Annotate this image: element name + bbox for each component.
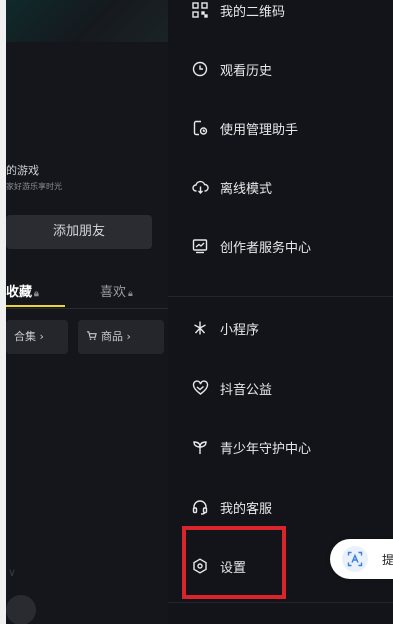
cart-icon xyxy=(86,331,97,340)
cloud-download-icon xyxy=(190,177,210,197)
clock-icon xyxy=(190,59,210,79)
floating-button-label: 提 xyxy=(382,553,393,567)
menu-item-offline-mode[interactable]: 离线模式 xyxy=(168,169,393,205)
profile-page-background: 的游戏 家好游乐享时光 添加朋友 收藏 🔒︎ 喜欢 🔒︎ 合集 › 商品 › ∨ xyxy=(0,0,168,624)
phone-manage-icon xyxy=(190,118,210,138)
profile-banner xyxy=(0,0,168,42)
menu-item-label: 青少年守护中心 xyxy=(220,442,312,457)
menu-item-label: 观看历史 xyxy=(220,64,273,79)
active-tab-indicator xyxy=(6,305,65,307)
menu-item-charity[interactable]: 抖音公益 xyxy=(168,370,393,406)
tabs-divider xyxy=(6,308,168,309)
qr-code-icon xyxy=(190,0,210,20)
game-subtitle: 家好游乐享时光 xyxy=(6,182,62,191)
lock-icon: 🔒︎ xyxy=(34,289,39,299)
menu-item-label: 抖音公益 xyxy=(220,383,273,398)
game-title: 的游戏 xyxy=(6,164,39,177)
sprout-icon xyxy=(190,437,210,457)
menu-item-watch-history[interactable]: 观看历史 xyxy=(168,51,393,87)
headset-icon xyxy=(190,497,210,517)
tab-favorites[interactable]: 收藏 🔒︎ xyxy=(6,281,39,300)
text-recognition-icon xyxy=(342,546,368,572)
menu-item-label: 离线模式 xyxy=(220,182,273,197)
scroll-hint-icon: ∨ xyxy=(8,566,17,579)
menu-divider xyxy=(168,296,393,297)
menu-item-label: 创作者服务中心 xyxy=(220,241,312,256)
menu-item-label: 使用管理助手 xyxy=(220,123,299,138)
menu-item-usage-assistant[interactable]: 使用管理助手 xyxy=(168,110,393,146)
floating-recognize-button[interactable]: 提 xyxy=(330,539,393,579)
tab-likes[interactable]: 喜欢 🔒︎ xyxy=(100,281,133,300)
side-drawer-menu: 我的二维码 观看历史 使用管理助手 离线模式 创作者服务中心 小程序 抖音公益 … xyxy=(168,0,393,624)
goods-chip[interactable]: 商品 › xyxy=(78,320,164,354)
menu-item-label: 我的客服 xyxy=(220,502,273,517)
settings-highlight-box xyxy=(182,526,286,599)
menu-item-mini-program[interactable]: 小程序 xyxy=(168,310,393,346)
collection-chip[interactable]: 合集 › xyxy=(6,320,68,354)
lock-icon: 🔒︎ xyxy=(128,289,133,299)
add-friend-button[interactable]: 添加朋友 xyxy=(6,215,152,249)
menu-item-creator-center[interactable]: 创作者服务中心 xyxy=(168,228,393,264)
charity-heart-icon xyxy=(190,378,210,398)
menu-item-qr-code[interactable]: 我的二维码 xyxy=(168,0,393,28)
tab-favorites-label: 收藏 xyxy=(6,285,33,300)
screen-edge xyxy=(0,0,6,624)
creator-monitor-icon xyxy=(190,236,210,256)
menu-divider xyxy=(168,602,393,603)
floating-avatar[interactable] xyxy=(6,595,36,624)
mini-program-icon xyxy=(190,318,210,338)
menu-item-label: 小程序 xyxy=(220,323,260,338)
menu-item-customer-service[interactable]: 我的客服 xyxy=(168,489,393,525)
goods-chip-label: 商品 › xyxy=(101,330,131,343)
menu-item-label: 我的二维码 xyxy=(220,5,286,20)
menu-item-youth-protection[interactable]: 青少年守护中心 xyxy=(168,429,393,465)
tab-likes-label: 喜欢 xyxy=(100,285,127,300)
